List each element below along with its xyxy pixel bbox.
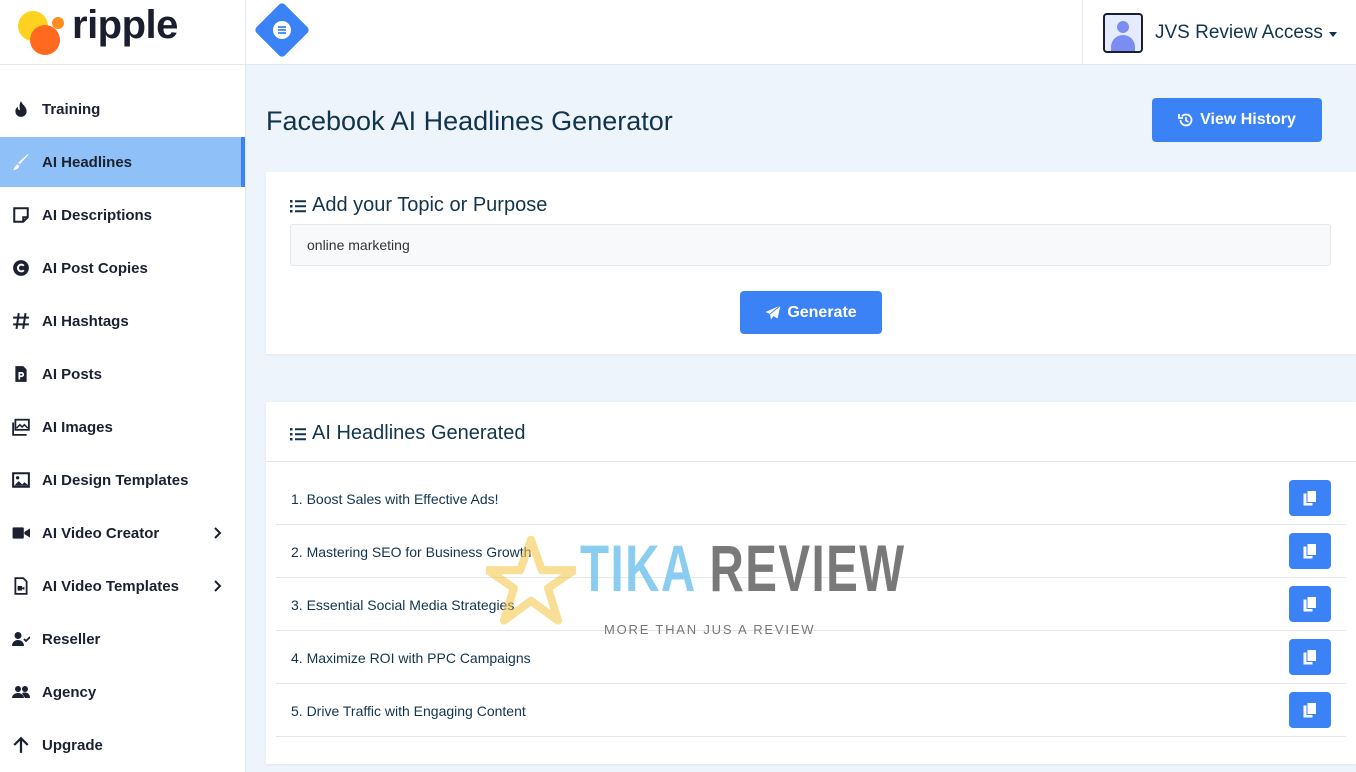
arrow-up-icon [10,734,32,756]
brush-icon [10,151,32,173]
sidebar-item-ai-posts[interactable]: AI Posts [0,349,245,399]
sidebar-item-ai-descriptions[interactable]: AI Descriptions [0,190,245,240]
list-icon [290,427,306,440]
results-card-title-text: AI Headlines Generated [312,422,526,444]
sidebar-item-ai-headlines[interactable]: AI Headlines [0,137,245,187]
headline-text: 5. Drive Traffic with Engaging Content [291,703,526,719]
user-menu[interactable]: JVS Review Access [1082,0,1356,65]
sidebar-item-label: Upgrade [42,736,103,754]
copy-button[interactable] [1289,480,1331,516]
sidebar-item-ai-video-creator[interactable]: AI Video Creator [0,508,245,558]
file-p-icon [10,363,32,385]
sidebar-nav: Training AI Headlines AI Descriptions AI… [0,65,245,770]
generate-button[interactable]: Generate [740,291,882,334]
chevron-right-icon [214,580,222,592]
fire-icon [10,98,32,120]
logo[interactable]: ripple [0,0,245,65]
copy-button[interactable] [1289,692,1331,728]
hamburger-icon [273,21,291,39]
headline-list: 1. Boost Sales with Effective Ads! 2. Ma… [276,472,1346,737]
sidebar-item-ai-video-templates[interactable]: AI Video Templates [0,561,245,611]
paper-plane-icon [765,304,782,319]
caret-down-icon [1328,31,1337,37]
sidebar-item-label: AI Video Templates [42,577,179,595]
sidebar-item-label: AI Images [42,418,113,436]
headline-text: 3. Essential Social Media Strategies [291,597,515,613]
images-icon [10,416,32,438]
results-card-title: AI Headlines Generated [290,422,525,445]
headline-text: 1. Boost Sales with Effective Ads! [291,491,499,507]
user-name: JVS Review Access [1155,21,1323,43]
headline-text: 2. Mastering SEO for Business Growth [291,544,532,560]
list-item: 1. Boost Sales with Effective Ads! [276,472,1346,525]
video-icon [10,522,32,544]
view-history-label: View History [1200,111,1296,128]
list-item: 5. Drive Traffic with Engaging Content [276,684,1346,737]
divider [266,461,1356,462]
topic-input[interactable] [290,224,1331,266]
generate-label: Generate [787,303,857,321]
copy-button[interactable] [1289,639,1331,675]
sidebar-item-reseller[interactable]: Reseller [0,614,245,664]
list-icon [290,199,306,212]
copy-icon [1303,702,1317,718]
logo-text: ripple [72,2,178,47]
sidebar-item-label: AI Video Creator [42,524,160,542]
sidebar-item-label: AI Posts [42,365,103,383]
sidebar-item-upgrade[interactable]: Upgrade [0,720,245,770]
page-title: Facebook AI Headlines Generator [266,106,673,136]
copy-button[interactable] [1289,586,1331,622]
topic-card: Add your Topic or Purpose Generate [266,172,1356,354]
avatar [1103,12,1143,53]
copy-button[interactable] [1289,533,1331,569]
history-icon [1178,113,1193,127]
sidebar-item-ai-design-templates[interactable]: AI Design Templates [0,455,245,505]
chevron-right-icon [214,527,222,539]
sidebar: ripple Training AI Headlines AI Descript… [0,0,246,772]
sidebar-item-ai-images[interactable]: AI Images [0,402,245,452]
copy-icon [1303,649,1317,665]
sidebar-item-label: AI Design Templates [42,471,189,489]
list-item: 3. Essential Social Media Strategies [276,578,1346,631]
list-item: 2. Mastering SEO for Business Growth [276,525,1346,578]
results-card: AI Headlines Generated 1. Boost Sales wi… [266,402,1356,764]
sidebar-item-label: AI Descriptions [42,206,153,224]
sidebar-item-ai-post-copies[interactable]: AI Post Copies [0,243,245,293]
sidebar-item-label: Training [42,100,101,118]
menu-toggle-button[interactable] [253,1,311,59]
copy-icon [1303,543,1317,559]
hashtag-icon [10,310,32,332]
user-check-icon [10,628,32,650]
sticky-note-icon [10,204,32,226]
users-icon [10,681,32,703]
copy-icon [1303,490,1317,506]
list-item: 4. Maximize ROI with PPC Campaigns [276,631,1346,684]
topic-card-title-text: Add your Topic or Purpose [312,194,548,216]
topbar: JVS Review Access [246,0,1356,65]
copy-icon [1303,596,1317,612]
headline-text: 4. Maximize ROI with PPC Campaigns [291,650,531,666]
image-icon [10,469,32,491]
copyright-icon [10,257,32,279]
sidebar-item-label: AI Hashtags [42,312,129,330]
view-history-button[interactable]: View History [1152,98,1322,142]
sidebar-item-agency[interactable]: Agency [0,667,245,717]
sidebar-item-label: AI Headlines [42,153,133,171]
sidebar-item-label: AI Post Copies [42,259,148,277]
topic-card-title: Add your Topic or Purpose [290,194,547,217]
sidebar-item-label: Agency [42,683,97,701]
logo-mark-icon [16,7,66,57]
sidebar-item-ai-hashtags[interactable]: AI Hashtags [0,296,245,346]
file-video-icon [10,575,32,597]
sidebar-item-label: Reseller [42,630,101,648]
sidebar-item-training[interactable]: Training [0,84,245,134]
